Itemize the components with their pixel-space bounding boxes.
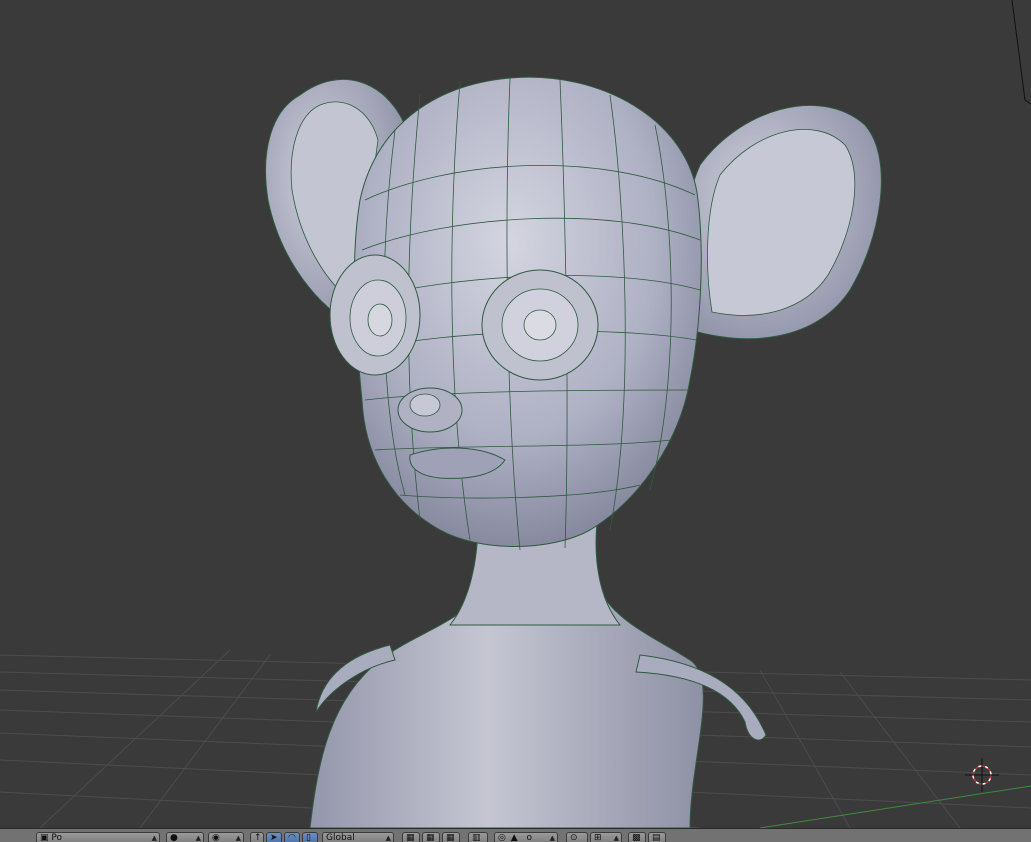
layer-button-2[interactable]: ▦ [422,832,440,842]
transform-orientation-dropdown[interactable]: Global ▲ [322,832,394,842]
manipulator-toggle[interactable]: ↑ [250,832,264,842]
scale-icon: ▯ [306,833,311,842]
translate-manipulator-button[interactable]: ➤ [266,832,282,842]
pivot-point-dropdown[interactable]: ◉ ▲ [208,832,244,842]
interaction-mode-dropdown[interactable]: ▣ Po ▲ [36,832,160,842]
chevron-down-icon: ▲ [195,834,201,842]
scale-manipulator-button[interactable]: ▯ [302,832,318,842]
grid-icon: ▥ [472,833,481,842]
chevron-down-icon: ▲ [613,834,619,842]
rotate-manipulator-button[interactable]: ◠ [284,832,300,842]
layer-icon: ▦ [406,833,415,842]
magnet-icon: ⊙ [570,833,578,842]
solid-shading-icon: ● [170,833,178,842]
pivot-icon: ◉ [212,833,220,842]
3d-viewport[interactable] [0,0,1031,828]
render-layers-button[interactable]: ▥ [468,832,488,842]
opengl-render-animation-button[interactable]: ▤ [648,832,666,842]
camera-outline [1011,0,1031,105]
right-eye-socket [481,269,599,381]
viewport-header-bar: ▣ Po ▲ ● ▲ ◉ ▲ ↑ ➤ ◠ ▯ Global ▲ ▦ ▦ ▦ ▥ … [0,828,1031,842]
snap-toggle[interactable]: ⊙ [566,832,588,842]
viewport-canvas[interactable] [0,0,1031,828]
opengl-render-button[interactable]: ▩ [628,832,646,842]
rotate-icon: ◠ [288,833,296,842]
chevron-down-icon: ▲ [385,834,391,842]
chevron-down-icon: ▲ [151,834,157,842]
snap-icon: ⊞ [594,833,602,842]
layer-button-3[interactable]: ▦ [442,832,460,842]
3d-cursor-icon[interactable] [965,758,999,792]
proportional-icon: ◎ [498,833,506,842]
camera-icon: ▩ [632,833,641,842]
manipulator-icon: ↑ [254,833,262,842]
snap-element-dropdown[interactable]: ⊞ ▲ [590,832,622,842]
arrow-icon: ➤ [270,833,278,842]
x-axis-line [759,785,1031,828]
proportional-editing-dropdown[interactable]: ◎ ▲ o ▲ [494,832,558,842]
viewport-shading-dropdown[interactable]: ● ▲ [166,832,204,842]
chevron-down-icon: ▲ [235,834,241,842]
proportional-falloff-arrow: ▲ [510,833,518,842]
falloff-label: o [526,833,533,842]
mode-icon: ▣ [40,833,49,842]
film-icon: ▤ [652,833,661,842]
layer-icon: ▦ [446,833,455,842]
nose-mesh [397,387,463,433]
orientation-label: Global [326,833,355,842]
mode-label: Po [51,833,63,842]
chevron-down-icon: ▲ [549,834,555,842]
layer-button-1[interactable]: ▦ [402,832,420,842]
layer-icon: ▦ [426,833,435,842]
left-eye-socket [329,254,421,376]
